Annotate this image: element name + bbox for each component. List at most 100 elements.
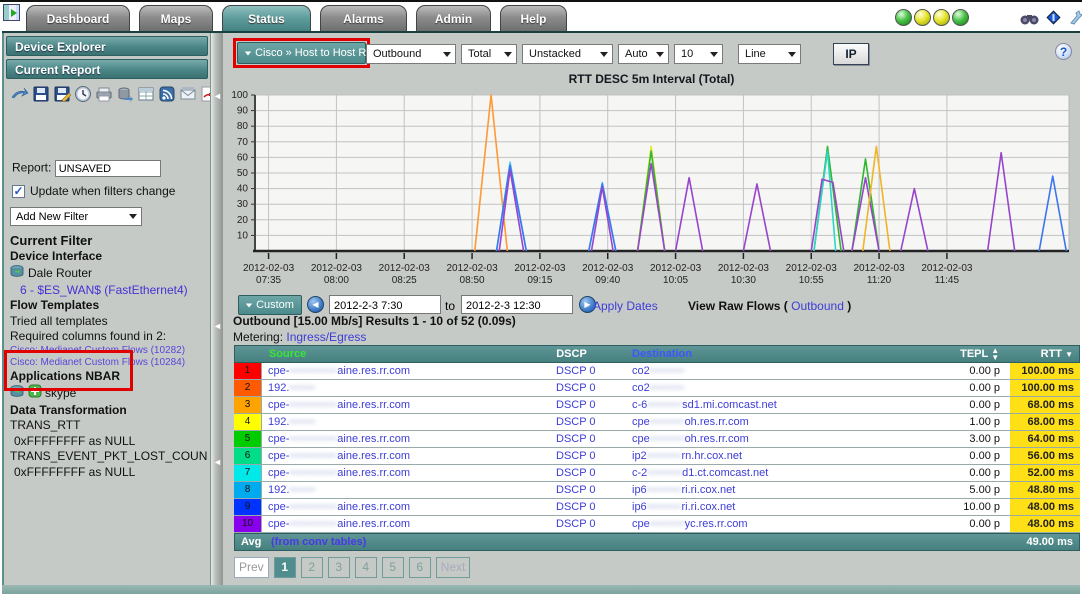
top-count-select[interactable]: 10 [674,44,723,64]
interface-link[interactable]: 6 - $ES_WAN$ (FastEthernet4) [20,283,210,299]
apply-dates-link[interactable]: Apply Dates [593,299,658,313]
remove-filter-icon[interactable] [10,384,25,403]
source-link[interactable]: cpe-•••••••••••aine.res.rr.com [268,467,410,479]
destination-link[interactable]: ip6••••••••ri.ri.cox.net [632,501,735,513]
collapse-arrow-icon[interactable]: ◄ [213,321,222,331]
metering-link[interactable]: Ingress/Egress [286,330,366,344]
source-link[interactable]: 192.•••••• [268,382,316,394]
pdf-export-icon[interactable] [200,85,210,108]
add-include-icon[interactable] [28,384,42,403]
collapse-arrow-icon[interactable]: ◄ [213,91,222,101]
destination-link[interactable]: ip2••••••••rn.hr.cox.net [632,450,742,462]
dscp-link[interactable]: DSCP 0 [556,501,596,513]
sort-both-icon[interactable]: ▲▼ [991,347,999,361]
collapse-arrow-icon[interactable]: ◄ [213,457,222,467]
prev-page-button[interactable]: Prev [234,557,269,578]
report-name-input[interactable] [55,160,161,177]
flow-arrow-icon[interactable] [10,85,29,108]
rss-feed-icon[interactable] [158,85,176,108]
page-button-6[interactable]: 6 [409,557,431,578]
dscp-link[interactable]: DSCP 0 [556,382,596,394]
source-link[interactable]: cpe-•••••••••••aine.res.rr.com [268,450,410,462]
save-as-icon[interactable] [53,85,71,108]
chart-type-select[interactable]: Line [738,44,801,64]
tab-alarms[interactable]: Alarms [320,5,407,31]
grid-report-icon[interactable] [137,85,155,108]
destination-link[interactable]: c-6••••••••sd1.mi.comcast.net [632,399,777,411]
dscp-link[interactable]: DSCP 0 [556,450,596,462]
template-link[interactable]: Cisco: Medianet Custom Flows (10284) [10,357,210,369]
destination-link[interactable]: co2•••••••• [632,382,685,394]
diamond-icon[interactable] [1045,9,1062,31]
date-from-input[interactable] [329,295,441,314]
sort-desc-icon[interactable]: ▼ [1065,350,1073,359]
date-to-input[interactable] [461,295,573,314]
email-report-icon[interactable] [179,85,197,108]
printer-icon[interactable] [95,85,113,108]
dscp-link[interactable]: DSCP 0 [556,433,596,445]
dscp-link[interactable]: DSCP 0 [556,518,596,530]
export-db-icon[interactable] [116,85,134,108]
template-link[interactable]: Cisco: Medianet Custom Flows (10282) [10,345,210,357]
conv-tables-link[interactable]: (from conv tables) [271,536,366,548]
rtt-header[interactable]: RTT ▼ [1009,348,1079,360]
destination-link[interactable]: c-2••••••••d1.ct.comcast.net [632,467,768,479]
source-link[interactable]: cpe-•••••••••••aine.res.rr.com [268,399,410,411]
dscp-cell: DSCP 0 [556,433,632,445]
source-header[interactable]: Source [263,348,556,360]
dscp-link[interactable]: DSCP 0 [556,467,596,479]
page-button-5[interactable]: 5 [382,557,404,578]
schedule-clock-icon[interactable] [74,85,92,108]
dscp-header[interactable]: DSCP [556,348,632,360]
add-new-filter-select[interactable]: Add New Filter [10,207,142,226]
remove-filter-icon[interactable] [10,264,25,283]
destination-link[interactable]: cpe••••••••yc.res.rr.com [632,518,748,530]
save-icon[interactable] [32,85,50,108]
destination-link[interactable]: co2•••••••• [632,365,685,377]
auto-select[interactable]: Auto [618,44,669,64]
page-button-2[interactable]: 2 [301,557,323,578]
sidebar-panel-device-explorer[interactable]: Device Explorer [6,36,208,56]
destination-link[interactable]: cpe••••••••oh.res.rr.com [632,433,749,445]
wrench-icon[interactable] [1068,9,1082,31]
next-page-button[interactable]: Next [436,557,471,578]
destination-header[interactable]: Destination [632,348,935,360]
dscp-link[interactable]: DSCP 0 [556,484,596,496]
dscp-link[interactable]: DSCP 0 [556,399,596,411]
help-icon[interactable]: ? [1055,43,1072,60]
direction-select[interactable]: Outbound [366,44,456,64]
sidebar-collapse-divider[interactable]: ◄ ◄ ◄ [210,33,223,587]
shift-earlier-icon[interactable]: ◀ [307,296,324,313]
tepl-header[interactable]: TEPL▲▼ [935,347,1009,361]
dscp-link[interactable]: DSCP 0 [556,416,596,428]
source-link[interactable]: cpe-•••••••••••aine.res.rr.com [268,501,410,513]
bottom-strip [2,585,1080,594]
panel-toggle-icon[interactable] [3,4,20,21]
page-button-3[interactable]: 3 [328,557,350,578]
destination-link[interactable]: ip6••••••••ri.ri.cox.net [632,484,735,496]
dscp-link[interactable]: DSCP 0 [556,365,596,377]
page-button-4[interactable]: 4 [355,557,377,578]
source-link[interactable]: cpe-•••••••••••aine.res.rr.com [268,518,410,530]
report-selector-button[interactable]: Cisco » Host to Host RTT [237,42,366,64]
tab-help[interactable]: Help [500,5,567,31]
custom-range-button[interactable]: Custom [238,295,302,315]
source-link[interactable]: cpe-•••••••••••aine.res.rr.com [268,433,410,445]
stacking-select[interactable]: Unstacked [522,44,613,64]
tab-dashboard[interactable]: Dashboard [26,5,130,31]
tab-maps[interactable]: Maps [139,5,213,31]
total-select[interactable]: Total [461,44,517,64]
source-link[interactable]: cpe-•••••••••••aine.res.rr.com [268,365,410,377]
raw-flows-outbound-link[interactable]: Outbound [791,299,844,313]
update-filters-checkbox[interactable]: ✓ [12,185,25,198]
ip-dns-toggle-button[interactable]: IP [833,43,869,65]
source-link[interactable]: 192.•••••• [268,484,316,496]
sidebar-panel-current-report[interactable]: Current Report [6,59,208,79]
page-button-1[interactable]: 1 [274,557,296,578]
tab-status[interactable]: Status [222,5,311,33]
tab-admin[interactable]: Admin [416,5,491,31]
svg-text:11:45: 11:45 [935,275,960,286]
source-link[interactable]: 192.•••••• [268,416,316,428]
binoculars-icon[interactable] [1020,9,1039,31]
destination-link[interactable]: cpe••••••••oh.res.rr.com [632,416,749,428]
